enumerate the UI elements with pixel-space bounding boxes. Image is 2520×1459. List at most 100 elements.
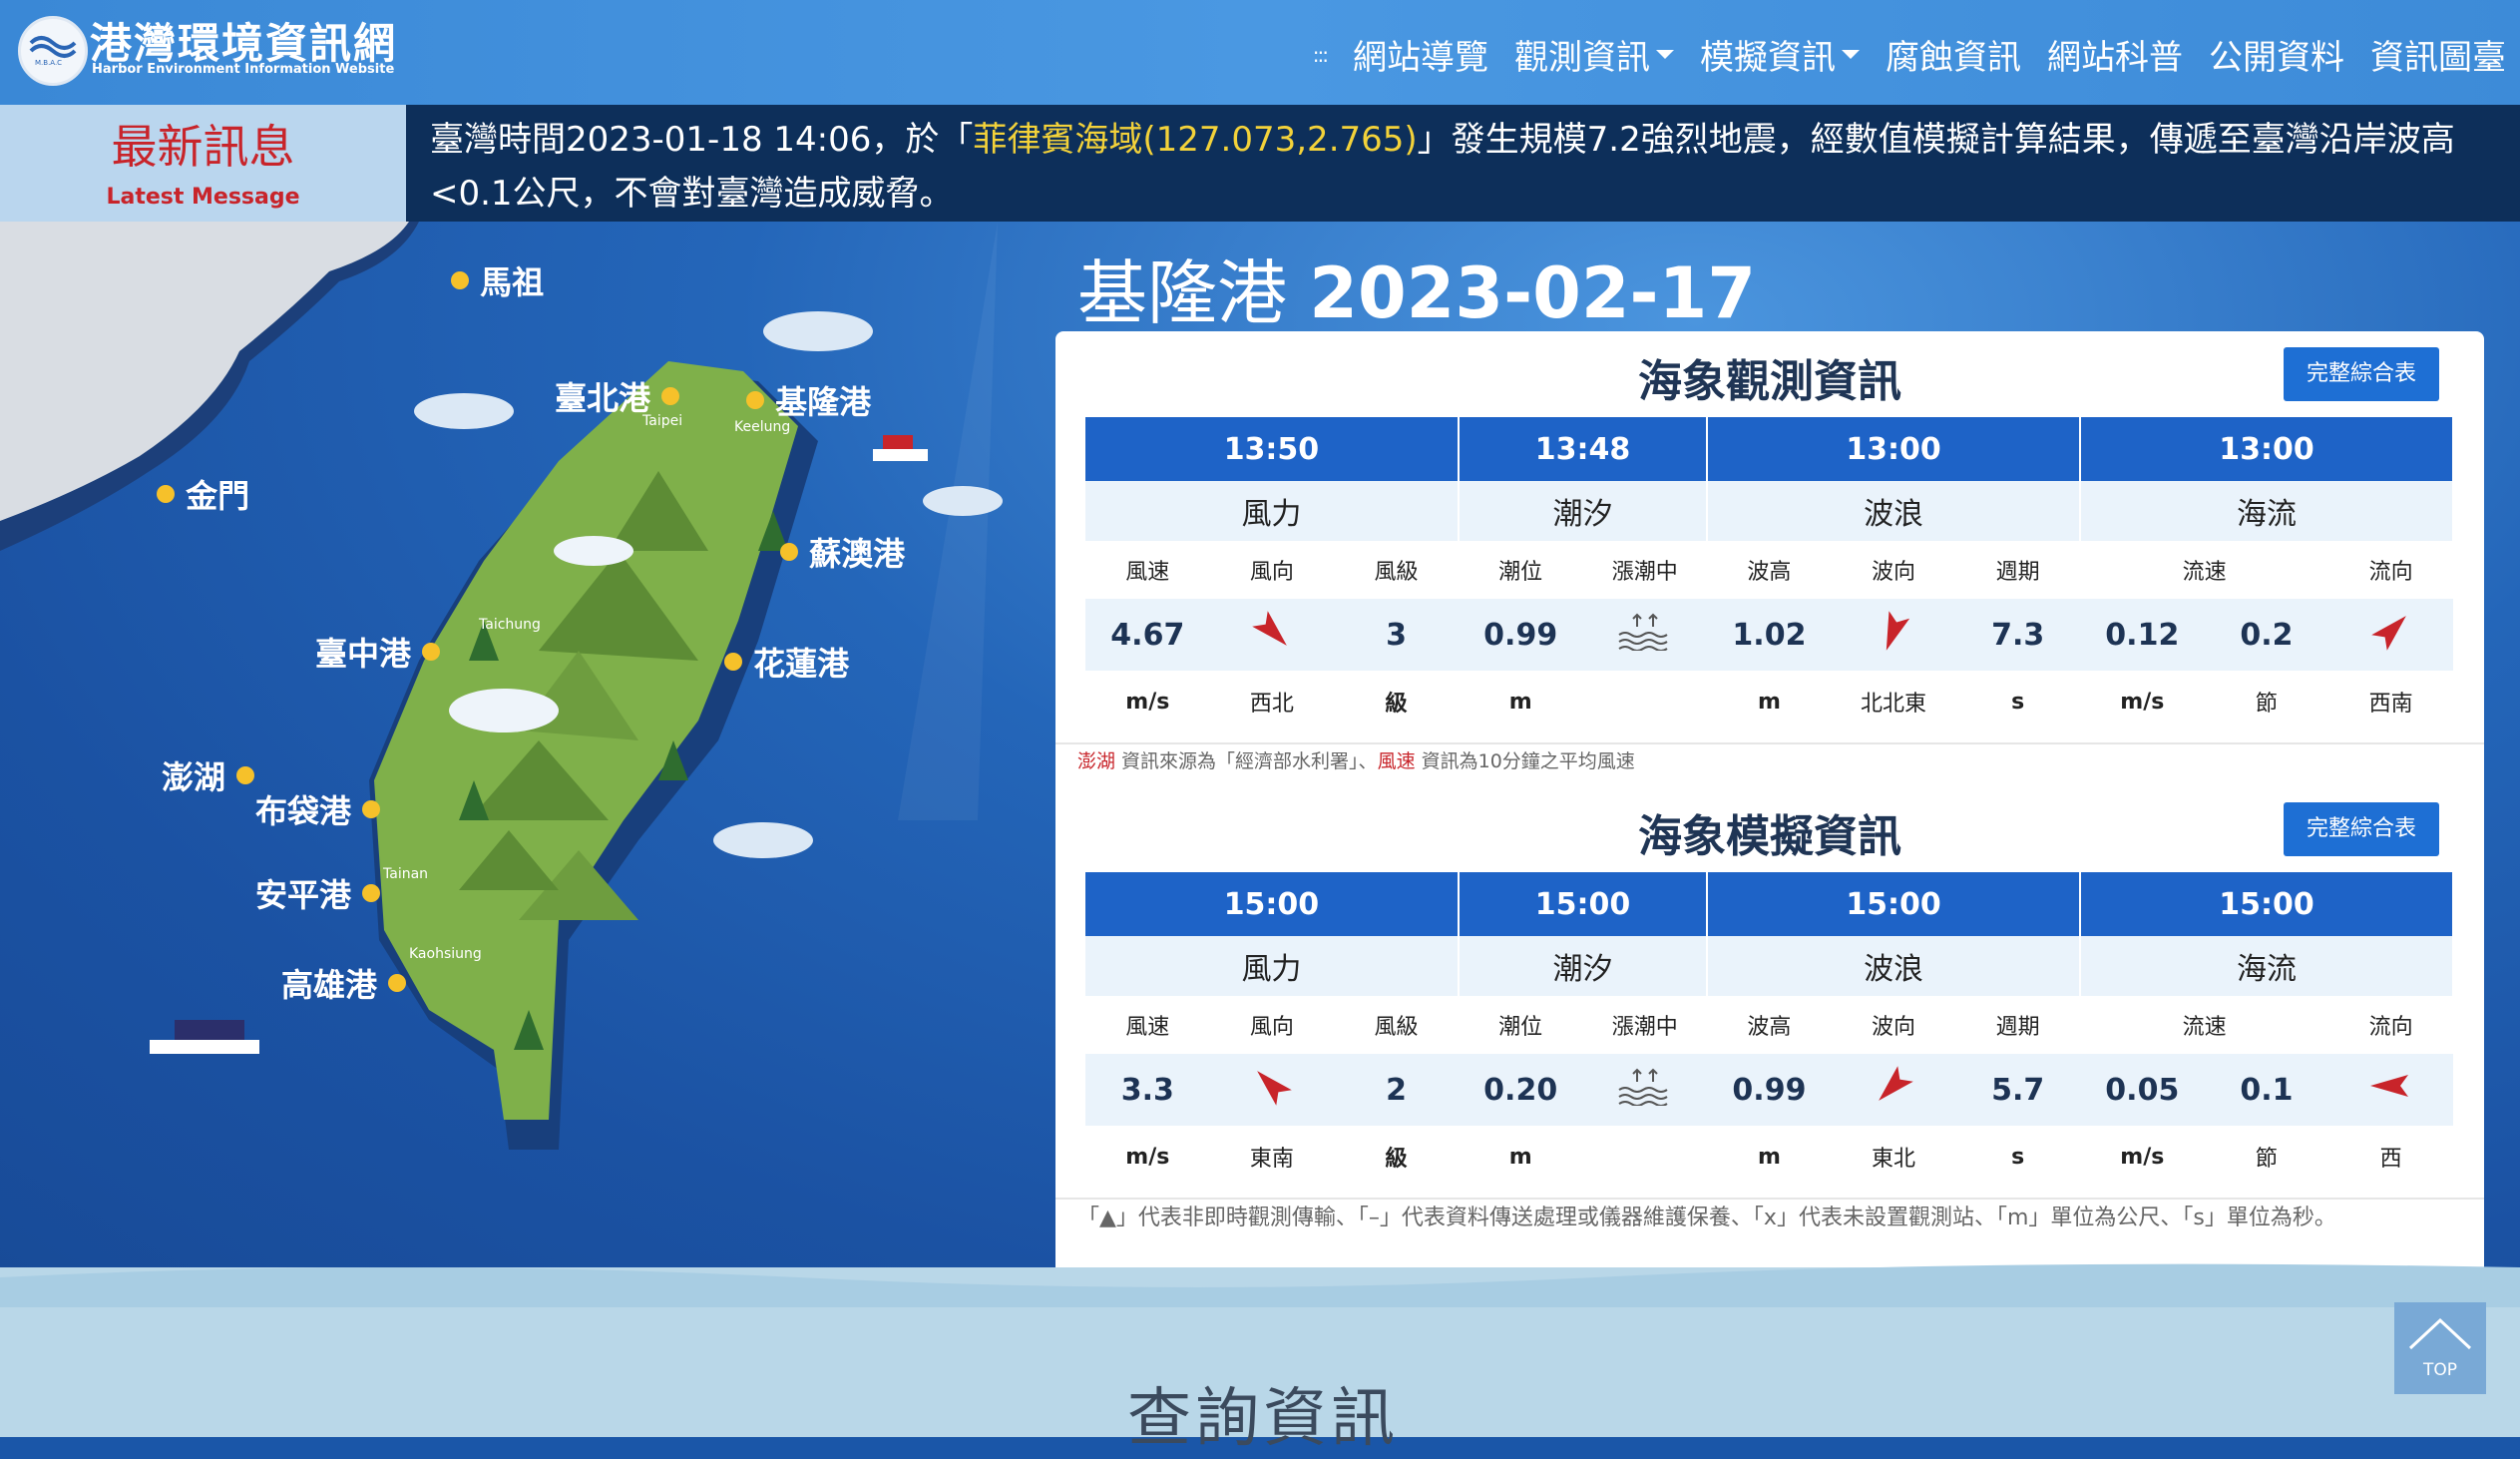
- value-cell: 5.7: [1955, 1054, 2080, 1126]
- chevron-down-icon: [1842, 50, 1860, 59]
- observation-note: 澎湖 資訊來源為「經濟部水利署」、風速 資訊為10分鐘之平均風速: [1077, 746, 1635, 773]
- time-cell: 13:00: [2080, 417, 2454, 481]
- unit-cell: m/s: [2120, 1144, 2165, 1170]
- observation-title: 海象觀測資訊: [1638, 356, 1901, 407]
- nav-site-map[interactable]: 網站導覽: [1353, 30, 1488, 79]
- city-label: Taipei: [642, 413, 683, 429]
- port-label: 馬祖: [480, 263, 545, 301]
- value-cell: 0.99: [1458, 599, 1583, 671]
- port-dot-icon: [362, 800, 381, 818]
- unit-cell: s: [2011, 689, 2025, 715]
- unit-cell: s: [2011, 1144, 2025, 1170]
- message-text-before: 臺灣時間2023-01-18 14:06，於「: [430, 120, 974, 160]
- latest-message-text[interactable]: 臺灣時間2023-01-18 14:06，於「菲律賓海域(127.073,2.7…: [406, 105, 2520, 222]
- divider: [1055, 742, 2484, 744]
- rising-tide-icon: [1582, 599, 1708, 671]
- header-cell: 流速: [2182, 560, 2227, 585]
- port-dot-icon: [661, 387, 680, 405]
- unit-cell: m: [1508, 689, 1532, 715]
- nav-science[interactable]: 網站科普: [2047, 30, 2183, 79]
- port-hualien[interactable]: 花蓮港: [724, 639, 849, 685]
- query-section-title: 查詢資訊: [1127, 1382, 1399, 1456]
- value-cell: 0.05: [2080, 1054, 2205, 1126]
- latest-message-title: 最新訊息: [111, 120, 295, 174]
- chevron-up-icon: [2408, 1317, 2472, 1350]
- header-cell: 波高: [1747, 560, 1792, 585]
- port-anping[interactable]: 安平港: [255, 870, 381, 916]
- logo-icon[interactable]: M.B.A.C: [18, 16, 88, 86]
- port-keelung[interactable]: 基隆港: [746, 377, 871, 423]
- value-cell: 0.99: [1707, 1054, 1832, 1126]
- header-cell: 流向: [2368, 1015, 2413, 1040]
- port-dot-icon: [388, 974, 407, 992]
- port-label: 蘇澳港: [809, 535, 906, 573]
- nav-info-platform[interactable]: 資訊圖臺: [2370, 30, 2506, 79]
- port-heading: 基隆港 2023-02-17: [1077, 238, 1756, 338]
- unit-cell: 西南: [2368, 692, 2413, 717]
- port-penghu[interactable]: 澎湖: [162, 752, 255, 798]
- nav-observation[interactable]: 觀測資訊: [1514, 30, 1674, 79]
- message-highlight: 菲律賓海域(127.073,2.765): [973, 120, 1418, 160]
- current-direction-arrow-icon: [2328, 1054, 2453, 1126]
- wind-direction-arrow-icon: [1209, 1054, 1335, 1126]
- port-suao[interactable]: 蘇澳港: [780, 529, 905, 575]
- category-cell: 海流: [2080, 481, 2454, 541]
- port-label: 金門: [186, 477, 250, 515]
- port-dot-icon: [362, 884, 381, 902]
- unit-cell: m/s: [2120, 689, 2165, 715]
- note-wind-text: 資訊為10分鐘之平均風速: [1415, 750, 1635, 772]
- category-cell: 波浪: [1707, 481, 2081, 541]
- port-dot-icon: [746, 391, 764, 409]
- observation-full-table-button[interactable]: 完整綜合表: [2284, 347, 2439, 401]
- unit-cell: m: [1757, 689, 1781, 715]
- header-cell: 潮位: [1498, 560, 1543, 585]
- value-cell: 4.67: [1085, 599, 1210, 671]
- site-subtitle: Harbor Environment Information Website: [92, 62, 395, 77]
- wave-divider: [0, 1263, 2520, 1307]
- nav-corrosion[interactable]: 腐蝕資訊: [1886, 30, 2021, 79]
- header-cell: 流速: [2182, 1015, 2227, 1040]
- top-label: TOP: [2422, 1360, 2458, 1380]
- port-dot-icon: [780, 543, 798, 561]
- port-label: 臺中港: [315, 635, 412, 673]
- back-to-top-button[interactable]: TOP: [2394, 1302, 2486, 1394]
- port-budai[interactable]: 布袋港: [255, 786, 381, 832]
- note-source-text: 資訊來源為「經濟部水利署」、: [1115, 750, 1378, 772]
- header-cell: 流向: [2368, 560, 2413, 585]
- value-cell: 3: [1334, 599, 1459, 671]
- unit-cell: m: [1508, 1144, 1532, 1170]
- time-cell: 13:00: [1707, 417, 2081, 481]
- header-cell: 風向: [1249, 1015, 1294, 1040]
- chevron-down-icon: [1656, 50, 1674, 59]
- value-cell: 7.3: [1955, 599, 2080, 671]
- unit-cell: m: [1757, 1144, 1781, 1170]
- header-cell: 波向: [1872, 1015, 1916, 1040]
- port-taichung[interactable]: 臺中港: [315, 629, 441, 675]
- value-cell: 2: [1334, 1054, 1459, 1126]
- note-wind-highlight: 風速: [1377, 750, 1416, 772]
- port-dot-icon: [157, 485, 175, 503]
- header-cell: 風速: [1125, 560, 1170, 585]
- header-cell: 波高: [1747, 1015, 1792, 1040]
- observation-table: 13:50 13:48 13:00 13:00 風力 潮汐 波浪 海流 風速 風…: [1085, 417, 2454, 732]
- header-cell: 風級: [1374, 1015, 1419, 1040]
- port-kaohsiung[interactable]: 高雄港: [281, 960, 407, 1006]
- city-label: Taichung: [479, 617, 541, 633]
- port-dot-icon: [422, 643, 441, 661]
- nav-dots-icon[interactable]: :::: [1313, 43, 1329, 67]
- main-nav: ::: 網站導覽 觀測資訊 模擬資訊 腐蝕資訊 網站科普 公開資料 資訊圖臺: [1313, 30, 2506, 79]
- nav-open-data[interactable]: 公開資料: [2209, 30, 2344, 79]
- port-matsu[interactable]: 馬祖: [451, 257, 544, 303]
- nav-simulation[interactable]: 模擬資訊: [1700, 30, 1860, 79]
- port-dot-icon: [451, 271, 469, 289]
- port-kinmen[interactable]: 金門: [157, 471, 249, 517]
- category-cell: 潮汐: [1458, 936, 1709, 996]
- wind-direction-arrow-icon: [1209, 599, 1335, 671]
- unit-cell: 北北東: [1861, 692, 1927, 717]
- header-cell: 風速: [1125, 1015, 1170, 1040]
- unit-cell: m/s: [1125, 1144, 1170, 1170]
- simulation-full-table-button[interactable]: 完整綜合表: [2284, 802, 2439, 856]
- city-label: Keelung: [734, 419, 791, 435]
- latest-message-subtitle: Latest Message: [106, 185, 300, 210]
- unit-cell: [1583, 671, 1708, 732]
